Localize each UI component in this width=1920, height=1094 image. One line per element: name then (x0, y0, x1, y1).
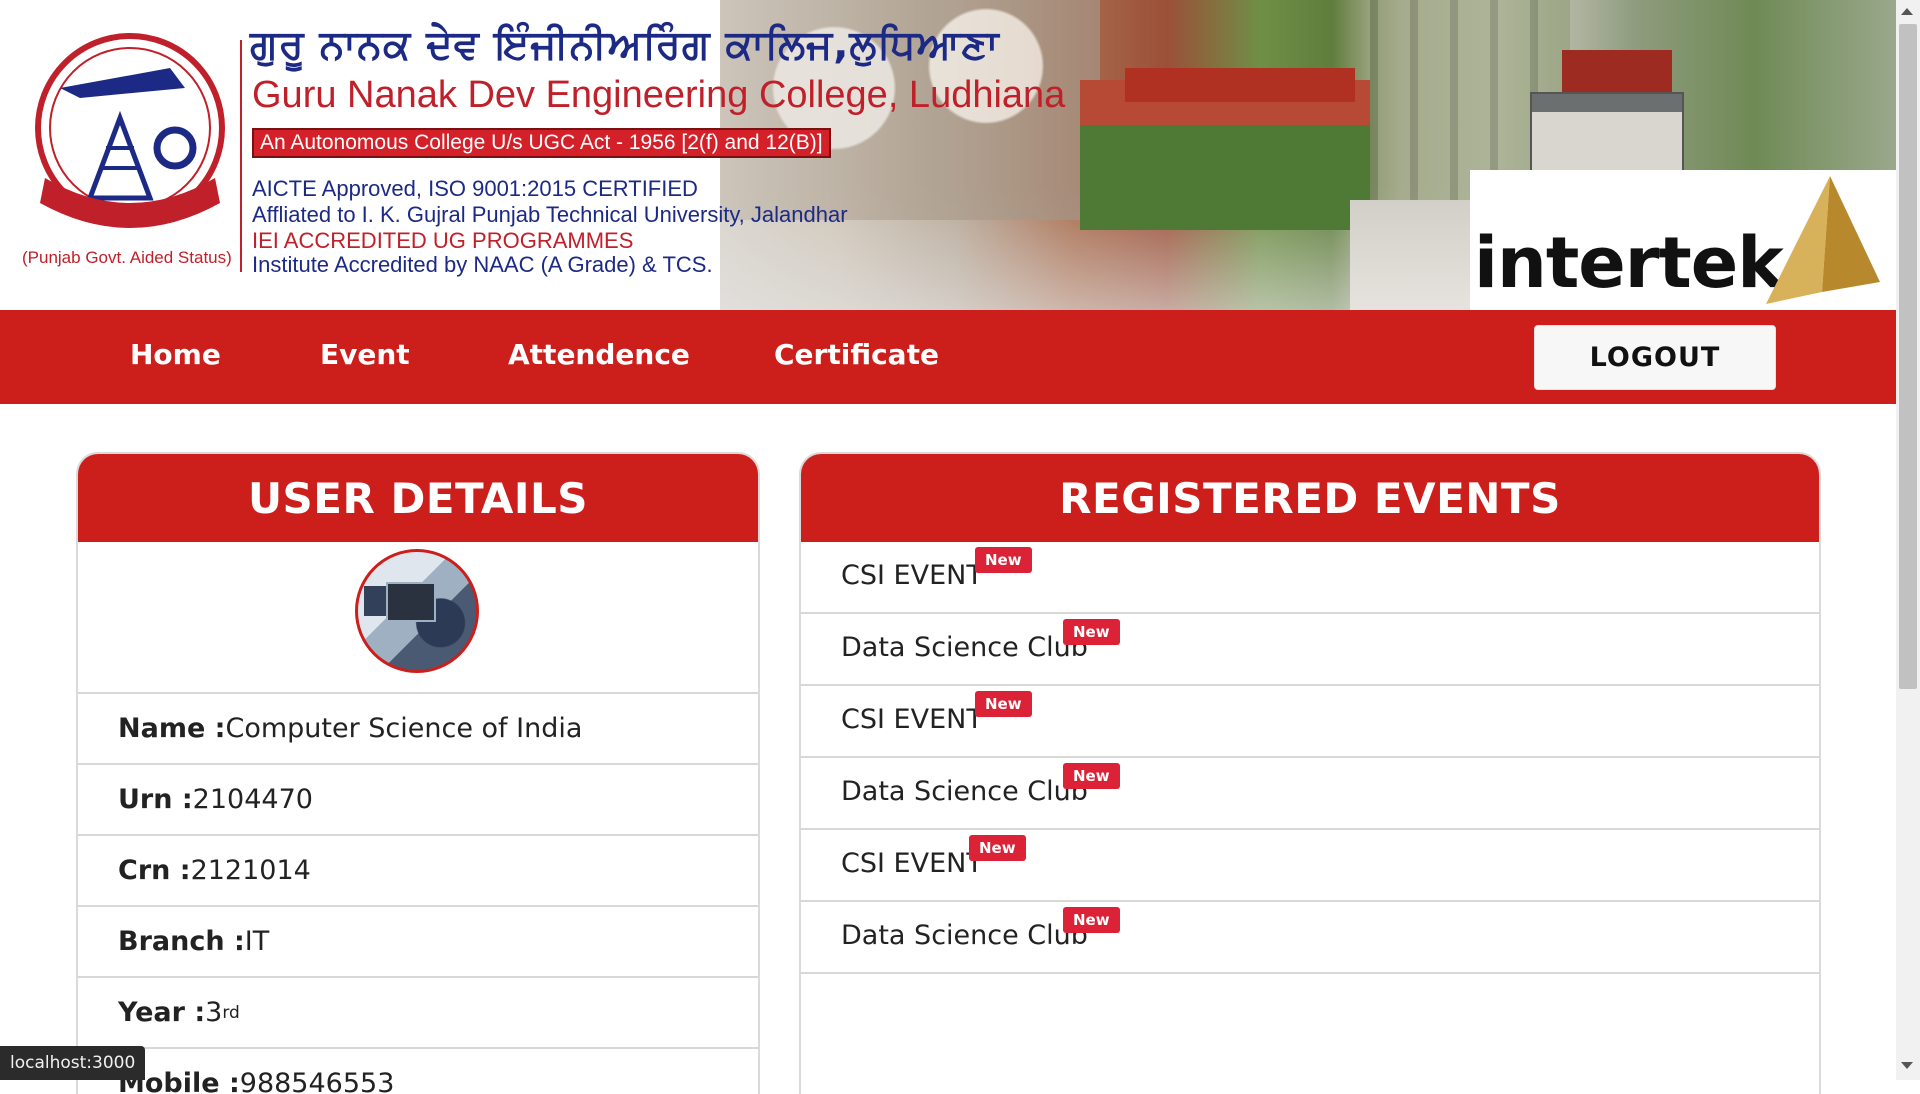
user-details-card: USER DETAILS Name : Computer Science of … (76, 452, 760, 1094)
field-value: 3 (205, 997, 223, 1028)
event-name: Data Science Club (841, 776, 1088, 807)
event-name: CSI EVENT (841, 704, 983, 735)
accreditation-line: AICTE Approved, ISO 9001:2015 CERTIFIED (252, 176, 698, 201)
event-name: CSI EVENT (841, 848, 983, 879)
college-name: Guru Nanak Dev Engineering College, Ludh… (252, 74, 1066, 116)
nav-certificate[interactable]: Certificate (774, 338, 939, 371)
new-badge: New (1063, 619, 1120, 645)
scroll-up-arrow-icon[interactable] (1901, 8, 1913, 15)
detail-row-mobile: Mobile : 988546553 (78, 1049, 758, 1094)
scroll-down-arrow-icon[interactable] (1901, 1062, 1913, 1069)
event-row[interactable]: Data Science Club New (801, 758, 1819, 830)
accreditation-line: Institute Accredited by NAAC (A Grade) &… (252, 252, 713, 277)
field-value: 988546553 (239, 1068, 395, 1094)
logout-button[interactable]: LOGOUT (1534, 325, 1776, 390)
building-sign (1125, 68, 1355, 102)
avatar (355, 549, 479, 673)
college-name-punjabi: ਗੁਰੂ ਨਾਨਕ ਦੇਵ ਇੰਜੀਨੀਅਰਿੰਗ ਕਾਲਿਜ,ਲੁਧਿਆਣਾ (250, 22, 1000, 68)
user-details-title: USER DETAILS (78, 454, 758, 542)
registered-events-card: REGISTERED EVENTS CSI EVENT New Data Sci… (799, 452, 1821, 1094)
field-label: Year : (118, 997, 206, 1028)
event-row[interactable]: Data Science Club New (801, 902, 1819, 974)
scrollbar-thumb[interactable] (1899, 24, 1917, 689)
accreditation-line: IEI ACCREDITED UG PROGRAMMES (252, 228, 634, 253)
monitor-icon (386, 582, 436, 622)
field-value: Computer Science of India (225, 713, 583, 744)
event-row[interactable]: CSI EVENT New (801, 686, 1819, 758)
event-row[interactable]: Data Science Club New (801, 614, 1819, 686)
event-row[interactable]: CSI EVENT New (801, 830, 1819, 902)
new-badge: New (969, 835, 1026, 861)
avatar-row (78, 542, 758, 694)
monitor-icon (364, 586, 386, 616)
autonomous-status: An Autonomous College U/s UGC Act - 1956… (252, 128, 831, 158)
nav-attendence[interactable]: Attendence (508, 338, 690, 371)
link-status-tooltip: localhost:3000 (0, 1046, 146, 1080)
nav-home[interactable]: Home (130, 338, 221, 371)
new-badge: New (975, 691, 1032, 717)
event-name: Data Science Club (841, 920, 1088, 951)
detail-row-urn: Urn : 2104470 (78, 765, 758, 836)
event-row[interactable]: CSI EVENT New (801, 542, 1819, 614)
field-label: Branch : (118, 926, 245, 957)
field-value: 2121014 (190, 855, 311, 886)
intertek-logo-text: intertek (1474, 222, 1784, 304)
detail-row-branch: Branch : IT (78, 907, 758, 978)
new-badge: New (1063, 907, 1120, 933)
detail-row-crn: Crn : 2121014 (78, 836, 758, 907)
college-seal-logo (35, 33, 225, 228)
registered-events-title: REGISTERED EVENTS (801, 454, 1819, 542)
header-divider (240, 40, 242, 272)
new-badge: New (975, 547, 1032, 573)
nav-event[interactable]: Event (320, 338, 410, 371)
intertek-logo-icon (1766, 176, 1880, 304)
seal-caption: (Punjab Govt. Aided Status) (22, 248, 232, 267)
event-name: Data Science Club (841, 632, 1088, 663)
detail-row-year: Year : 3rd (78, 978, 758, 1049)
field-value: 2104470 (192, 784, 313, 815)
field-value-suffix: rd (222, 1002, 240, 1023)
detail-row-name: Name : Computer Science of India (78, 694, 758, 765)
field-value: IT (244, 926, 270, 957)
event-name: CSI EVENT (841, 560, 983, 591)
accreditation-line: Affliated to I. K. Gujral Punjab Technic… (252, 202, 848, 227)
field-label: Crn : (118, 855, 191, 886)
field-label: Name : (118, 713, 226, 744)
field-label: Urn : (118, 784, 193, 815)
gate-sign (1562, 50, 1672, 92)
new-badge: New (1063, 763, 1120, 789)
college-building-photo (1080, 80, 1370, 230)
